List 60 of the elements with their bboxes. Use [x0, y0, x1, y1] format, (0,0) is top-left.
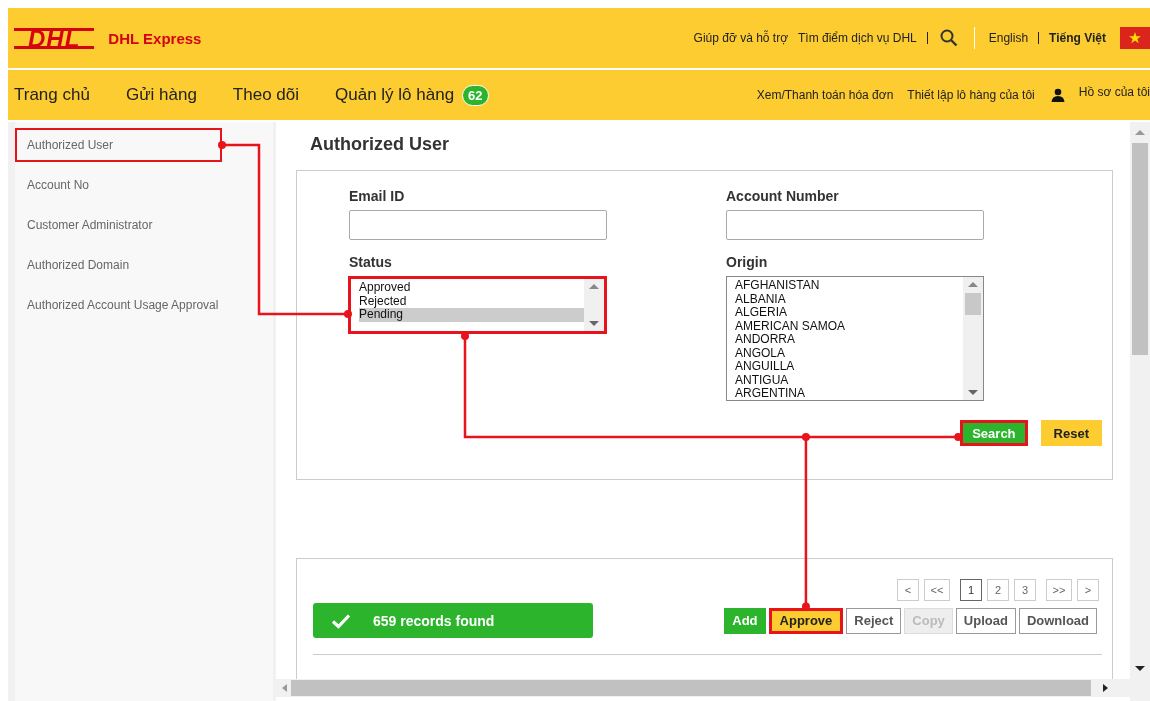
- sidebar-item[interactable]: Authorized Domain: [15, 248, 221, 282]
- list-option[interactable]: Rejected: [359, 294, 584, 308]
- checkmark-icon: [331, 612, 351, 629]
- approve-button[interactable]: Approve: [768, 607, 844, 634]
- nav-tab[interactable]: Gửi hàng: [125, 85, 197, 105]
- email-field[interactable]: [349, 210, 607, 240]
- list-option[interactable]: AFGHANISTAN: [735, 279, 963, 293]
- list-option[interactable]: ALGERIA: [735, 306, 963, 320]
- list-option[interactable]: AMERICAN SAMOA: [735, 319, 963, 333]
- status-list[interactable]: Approved Rejected Pending: [348, 276, 607, 334]
- page-title: Authorized User: [309, 133, 451, 156]
- pagination-button[interactable]: <: [897, 579, 919, 601]
- download-button[interactable]: Download: [1018, 607, 1097, 634]
- field-label: Account Number: [726, 188, 840, 204]
- nav-tab[interactable]: Trang chủ: [14, 85, 90, 105]
- nav-link[interactable]: Xem/Thanh toán hóa đơn: [756, 88, 894, 102]
- brand-name: DHL Express: [108, 29, 202, 47]
- upload-button[interactable]: Upload: [955, 607, 1016, 634]
- sidebar-item[interactable]: Authorized Account Usage Approval: [15, 288, 221, 322]
- profile-link[interactable]: Hồ sơ của tôi: [1078, 85, 1150, 99]
- horizontal-scrollbar[interactable]: [276, 679, 1130, 697]
- list-option[interactable]: ANTIGUA: [735, 373, 963, 387]
- search-icon[interactable]: [939, 29, 958, 47]
- language-link[interactable]: English: [988, 31, 1029, 45]
- field-label: Status: [349, 254, 393, 270]
- nav-tab[interactable]: Theo dõi: [232, 85, 299, 105]
- list-scrollbar[interactable]: [963, 277, 983, 400]
- help-link[interactable]: Tìm điểm dịch vụ DHL: [798, 31, 917, 45]
- field-label: Origin: [726, 254, 769, 270]
- list-option[interactable]: ALBANIA: [735, 292, 963, 306]
- help-link[interactable]: Giúp đỡ và hỗ trợ: [693, 31, 789, 45]
- language-link[interactable]: Tiếng Việt: [1049, 31, 1106, 45]
- reject-button[interactable]: Reject: [846, 607, 902, 634]
- sidebar-item[interactable]: Authorized User: [15, 128, 222, 162]
- pagination-button[interactable]: >: [1077, 579, 1099, 601]
- list-option[interactable]: ANGUILLA: [735, 360, 963, 374]
- pagination-button[interactable]: >>: [1046, 579, 1072, 601]
- reset-button[interactable]: Reset: [1040, 420, 1102, 446]
- flag-icon[interactable]: [1120, 27, 1150, 49]
- vertical-scrollbar[interactable]: [1130, 122, 1150, 701]
- count-badge: 62: [462, 84, 489, 106]
- pagination-button[interactable]: <<: [924, 579, 950, 601]
- list-option[interactable]: ARGENTINA: [735, 387, 963, 400]
- field-label: Email ID: [349, 188, 406, 204]
- pagination-button[interactable]: 2: [987, 579, 1009, 601]
- sidebar-item[interactable]: Customer Administrator: [15, 208, 221, 242]
- sidebar-item[interactable]: Account No: [15, 168, 221, 202]
- nav-tab[interactable]: Quản lý lô hàng: [335, 85, 455, 105]
- list-option[interactable]: ANDORRA: [735, 333, 963, 347]
- list-option[interactable]: Pending: [359, 308, 584, 322]
- list-option[interactable]: ANGOLA: [735, 346, 963, 360]
- records-found-text: 659 records found: [373, 612, 495, 629]
- pagination-button[interactable]: 3: [1014, 579, 1036, 601]
- list-scrollbar[interactable]: [584, 279, 604, 331]
- pagination-button[interactable]: 1: [960, 579, 982, 601]
- list-option[interactable]: Approved: [359, 281, 584, 295]
- user-icon[interactable]: [1050, 88, 1065, 102]
- nav-link[interactable]: Thiết lập lô hàng của tôi: [907, 88, 1035, 102]
- account-number-field[interactable]: [726, 210, 984, 240]
- origin-list[interactable]: AFGHANISTAN ALBANIA ALGERIA AMERICAN SAMOA ANDORRA ANGOLA ANGUILLA ANTIGUA ARGENTINA: [726, 276, 984, 401]
